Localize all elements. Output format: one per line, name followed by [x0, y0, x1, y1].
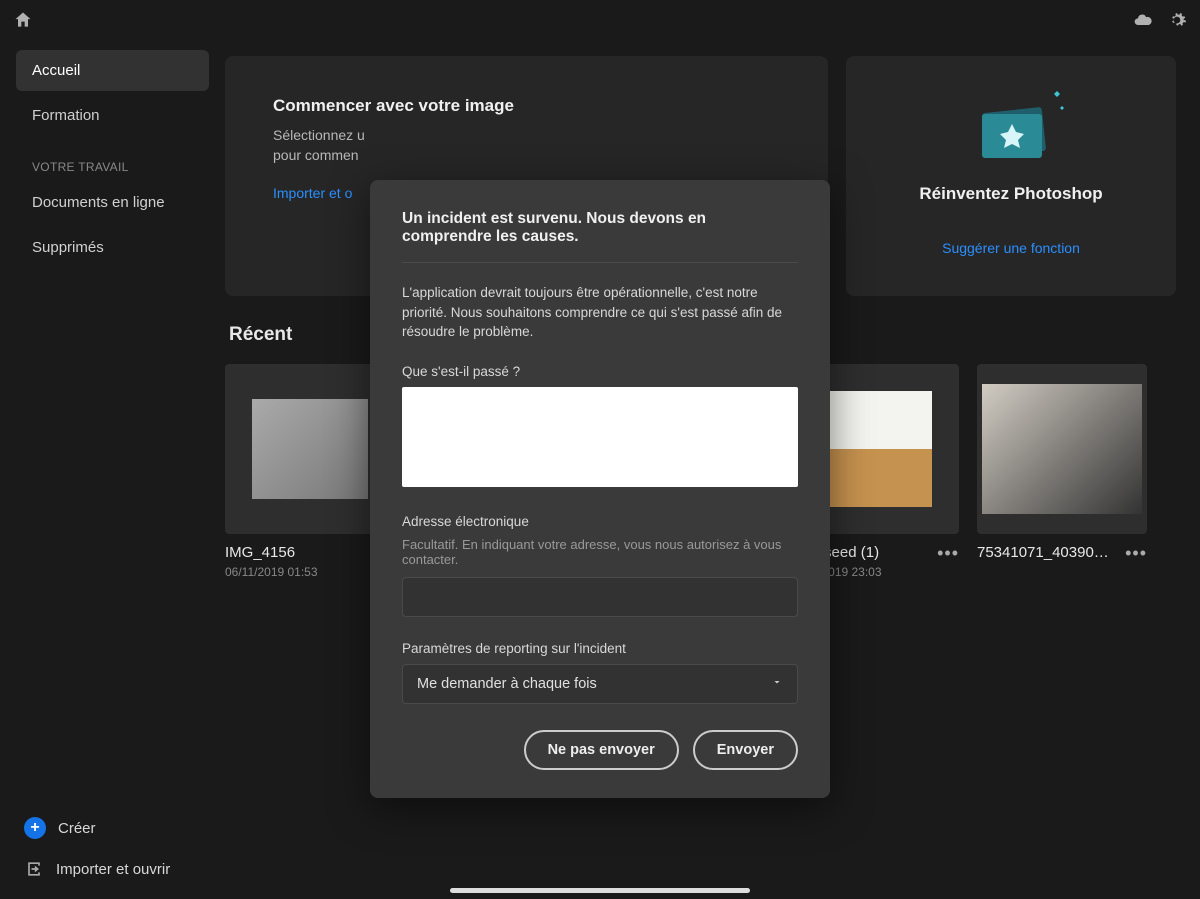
nav-supprimes[interactable]: Supprimés [16, 227, 209, 268]
promo-illustration [966, 86, 1056, 166]
home-indicator[interactable] [450, 888, 750, 893]
divider [402, 262, 798, 263]
nav-documents[interactable]: Documents en ligne [16, 182, 209, 223]
dropdown-value: Me demander à chaque fois [417, 676, 597, 692]
card-date: 06/11/2019 01:53 [225, 565, 318, 579]
email-input[interactable] [402, 577, 798, 617]
nav-accueil[interactable]: Accueil [16, 50, 209, 91]
start-title: Commencer avec votre image [273, 96, 780, 116]
start-desc: Sélectionnez u pour commen [273, 126, 780, 165]
import-open-button[interactable]: Importer et ouvrir [16, 849, 209, 889]
import-label: Importer et ouvrir [56, 861, 170, 878]
card-title: 75341071_40390184… [977, 544, 1117, 561]
modal-title: Un incident est survenu. Nous devons en … [402, 210, 798, 246]
suggest-link[interactable]: Suggérer une fonction [942, 240, 1080, 256]
plus-icon: + [24, 817, 46, 839]
promo-panel: Réinventez Photoshop Suggérer une foncti… [846, 56, 1176, 296]
nav-formation[interactable]: Formation [16, 95, 209, 136]
chevron-down-icon [771, 676, 783, 692]
section-label-travail: VOTRE TRAVAIL [16, 140, 209, 182]
email-hint: Facultatif. En indiquant votre adresse, … [402, 537, 798, 567]
gear-icon[interactable] [1166, 9, 1188, 31]
create-label: Créer [58, 820, 96, 837]
home-icon[interactable] [12, 9, 34, 31]
promo-title: Réinventez Photoshop [919, 184, 1102, 204]
cloud-icon[interactable] [1132, 9, 1154, 31]
modal-body: L'application devrait toujours être opér… [402, 283, 798, 342]
top-bar [0, 0, 1200, 40]
dont-send-button[interactable]: Ne pas envoyer [524, 730, 679, 770]
what-input[interactable] [402, 387, 798, 487]
import-link[interactable]: Importer et o [273, 185, 352, 201]
create-button[interactable]: + Créer [16, 807, 209, 849]
send-button[interactable]: Envoyer [693, 730, 798, 770]
reporting-dropdown[interactable]: Me demander à chaque fois [402, 664, 798, 704]
recent-item[interactable]: 75341071_40390184… ••• [977, 364, 1147, 579]
import-icon [24, 859, 44, 879]
sidebar: Accueil Formation VOTRE TRAVAIL Document… [0, 40, 225, 899]
email-label: Adresse électronique [402, 514, 798, 529]
more-icon[interactable]: ••• [1125, 544, 1147, 562]
card-title: IMG_4156 [225, 544, 318, 561]
what-label: Que s'est-il passé ? [402, 364, 798, 379]
more-icon[interactable]: ••• [937, 544, 959, 562]
reporting-label: Paramètres de reporting sur l'incident [402, 641, 798, 656]
crash-report-dialog: Un incident est survenu. Nous devons en … [370, 180, 830, 798]
